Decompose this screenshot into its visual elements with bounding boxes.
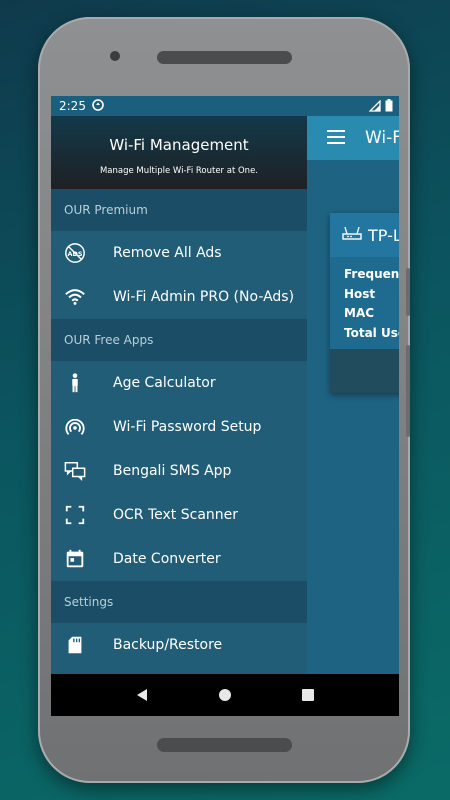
hotspot-icon <box>63 415 87 439</box>
menu-item-bengali-sms[interactable]: Bengali SMS App <box>51 449 307 493</box>
phone-chin-bar <box>157 738 292 752</box>
recents-icon[interactable] <box>296 683 320 707</box>
router-info-label: Host <box>344 286 376 301</box>
menu-item-remove-ads[interactable]: ADS Remove All Ads <box>51 231 307 275</box>
section-header-settings: Settings <box>51 581 307 623</box>
router-card[interactable]: TP-L Frequency Host MAC Total User <box>330 213 399 393</box>
menu-item-age-calculator[interactable]: Age Calculator <box>51 361 307 405</box>
router-info-label: MAC <box>344 306 375 320</box>
menu-item-backup-restore[interactable]: Backup/Restore <box>51 623 307 667</box>
person-icon <box>63 371 87 395</box>
back-icon[interactable] <box>130 683 154 707</box>
home-icon[interactable] <box>213 683 237 707</box>
app-title: Wi-Fi <box>365 128 399 148</box>
menu-item-label: Age Calculator <box>113 375 216 391</box>
navigation-drawer: Wi-Fi Management Manage Multiple Wi-Fi R… <box>51 116 307 674</box>
status-bar: 2:25 <box>51 96 399 116</box>
sync-icon <box>92 98 104 114</box>
menu-item-ocr-scanner[interactable]: OCR Text Scanner <box>51 493 307 537</box>
router-card-body: Frequency Host MAC Total User <box>330 257 399 349</box>
menu-item-label: Bengali SMS App <box>113 463 232 479</box>
front-camera <box>110 51 120 61</box>
drawer-subtitle: Manage Multiple Wi-Fi Router at One. <box>99 166 259 176</box>
status-time: 2:25 <box>59 99 86 113</box>
drawer-title: Wi-Fi Management <box>109 136 249 154</box>
app-toolbar: Wi-Fi <box>307 116 399 160</box>
menu-icon[interactable] <box>327 129 345 148</box>
menu-item-label: Date Converter <box>113 551 221 567</box>
router-icon <box>342 225 362 245</box>
calendar-icon <box>63 547 87 571</box>
drawer-header: Wi-Fi Management Manage Multiple Wi-Fi R… <box>51 116 307 189</box>
section-header-premium: OUR Premium <box>51 189 307 231</box>
volume-button <box>406 268 410 316</box>
router-card-title: TP-L <box>368 225 399 245</box>
router-info-label: Total User <box>344 325 399 340</box>
no-ads-icon: ADS <box>63 241 87 265</box>
system-navigation-bar <box>51 674 399 716</box>
menu-item-wifi-admin-pro[interactable]: Wi-Fi Admin PRO (No-Ads) <box>51 275 307 319</box>
battery-icon <box>385 99 393 115</box>
router-info-label: Frequency <box>344 267 399 281</box>
menu-item-wifi-password-setup[interactable]: Wi-Fi Password Setup <box>51 405 307 449</box>
menu-item-label: Remove All Ads <box>113 245 222 261</box>
router-card-header: TP-L <box>330 213 399 257</box>
signal-icon <box>368 98 381 115</box>
router-card-footer <box>330 349 399 393</box>
svg-text:ADS: ADS <box>68 250 83 258</box>
wifi-icon <box>63 285 87 309</box>
menu-item-label: Wi-Fi Password Setup <box>113 419 262 435</box>
section-header-free-apps: OUR Free Apps <box>51 319 307 361</box>
power-button <box>406 345 410 437</box>
menu-item-label: Wi-Fi Admin PRO (No-Ads) <box>113 289 295 305</box>
sd-card-icon <box>63 633 87 657</box>
earpiece-speaker <box>157 51 292 64</box>
scan-icon <box>63 503 87 527</box>
menu-item-label: OCR Text Scanner <box>113 507 239 523</box>
menu-item-label: Backup/Restore <box>113 637 223 653</box>
chat-icon <box>63 459 87 483</box>
screen: 2:25 Wi-Fi TP-L Frequency Host <box>51 96 399 716</box>
menu-item-date-converter[interactable]: Date Converter <box>51 537 307 581</box>
